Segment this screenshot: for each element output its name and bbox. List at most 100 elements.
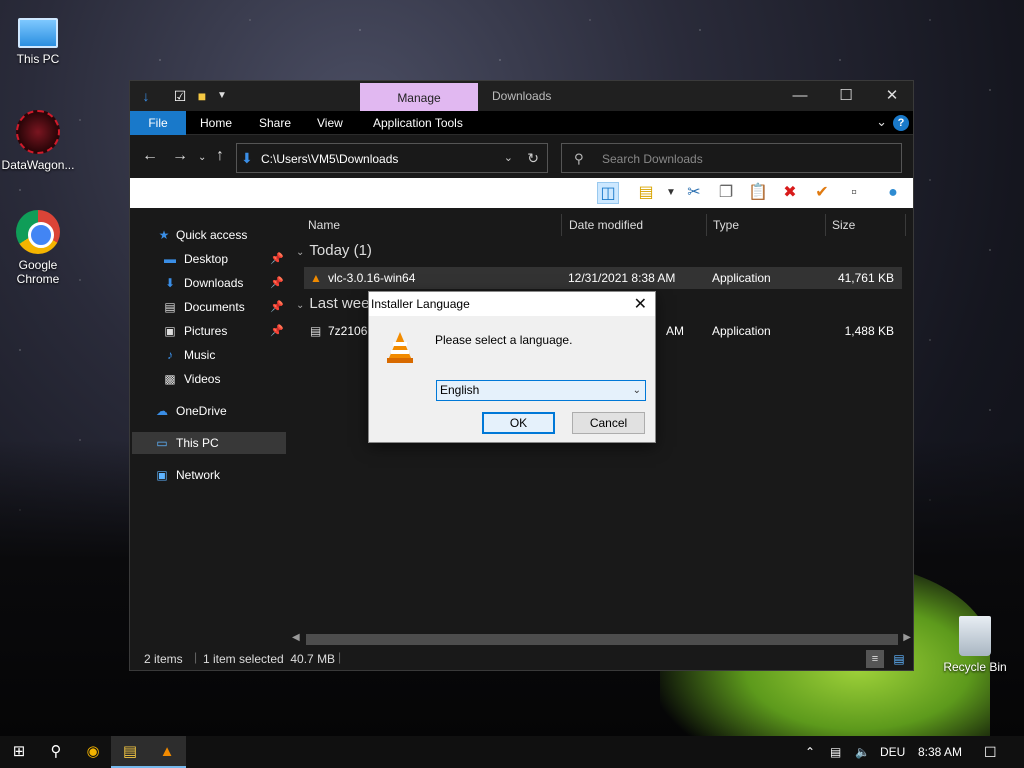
sidebar-item-label: Desktop — [184, 252, 229, 266]
computer-icon: ▭ — [156, 436, 168, 450]
chevron-down-icon: ⌄ — [296, 300, 305, 311]
scroll-right-icon[interactable]: ▶ — [903, 632, 911, 643]
close-button[interactable]: ✕ — [869, 81, 915, 111]
datawagon-app-icon — [16, 110, 60, 154]
tab-share[interactable]: Share — [247, 111, 303, 135]
address-row: ← → ⌄ ↑ ⬇ C:\Users\VM5\Downloads ⌄ ↻ ⚲ S… — [130, 135, 913, 179]
clock[interactable]: 8:38 AM — [918, 736, 962, 768]
sidebar-item-label: Videos — [184, 372, 221, 386]
sidebar-item-downloads[interactable]: ⬇ Downloads 📌 — [132, 272, 286, 294]
file-date: AM — [666, 324, 684, 338]
desktop-icon-datawagon[interactable]: DataWagon... — [0, 110, 76, 172]
tab-manage[interactable]: Manage — [360, 83, 478, 111]
scroll-left-icon[interactable]: ◀ — [292, 632, 300, 643]
tab-view[interactable]: View — [305, 111, 355, 135]
sidebar-item-network[interactable]: ▣ Network — [132, 464, 286, 486]
preview-pane-icon[interactable]: ◫ — [597, 182, 619, 204]
recycle-bin-icon — [959, 616, 991, 656]
search-input[interactable]: ⚲ Search Downloads — [561, 143, 902, 173]
customize-toolbar-icon[interactable]: ▼ — [214, 88, 230, 104]
properties-icon[interactable]: ▤ — [635, 182, 657, 204]
address-bar[interactable]: ⬇ C:\Users\VM5\Downloads ⌄ ↻ — [236, 143, 548, 173]
notifications-icon[interactable]: ☐ — [984, 736, 997, 768]
details-view-icon[interactable]: ≡ — [866, 650, 884, 668]
tab-application-tools[interactable]: Application Tools — [361, 111, 475, 135]
close-icon[interactable]: ✕ — [634, 294, 647, 314]
vlc-cone-icon[interactable]: ▲ — [148, 736, 186, 768]
desktop-icon-google-chrome[interactable]: Google Chrome — [0, 210, 76, 286]
globe-icon[interactable]: ● — [882, 182, 904, 204]
selection-info: 1 item selected 40.7 MB — [203, 652, 336, 666]
cut-icon[interactable]: ✂ — [683, 182, 705, 204]
pin-icon[interactable]: 📌 — [270, 272, 284, 294]
desktop-icon-label: DataWagon... — [1, 158, 75, 172]
help-icon[interactable]: ? — [893, 115, 909, 131]
item-count: 2 items — [144, 652, 183, 666]
sidebar-item-documents[interactable]: ▤ Documents 📌 — [132, 296, 286, 318]
downloads-icon: ⬇ — [164, 276, 176, 290]
pin-icon[interactable]: 📌 — [270, 320, 284, 342]
sidebar-item-videos[interactable]: ▩ Videos — [132, 368, 286, 390]
scrollbar-thumb[interactable] — [306, 634, 898, 645]
tab-home[interactable]: Home — [188, 111, 244, 135]
forward-arrow-icon[interactable]: → — [172, 147, 188, 165]
dialog-title-bar: Installer Language ✕ — [369, 292, 655, 316]
search-icon[interactable]: ⚲ — [37, 736, 75, 768]
chevron-down-icon: ⌄ — [632, 385, 641, 396]
recent-locations-icon[interactable]: ⌄ — [198, 149, 206, 167]
back-arrow-icon[interactable]: ← — [142, 147, 158, 165]
group-header-today[interactable]: ⌄ Today (1) — [296, 242, 372, 259]
chrome-icon[interactable]: ◉ — [74, 736, 112, 768]
pin-icon[interactable]: 📌 — [270, 248, 284, 270]
minimize-button[interactable]: — — [777, 81, 823, 111]
checkmark-icon[interactable]: ✔ — [811, 182, 833, 204]
chevron-down-icon[interactable]: ⌄ — [876, 114, 887, 130]
ok-button[interactable]: OK — [482, 412, 555, 434]
refresh-icon[interactable]: ↻ — [527, 150, 539, 167]
column-header-name[interactable]: Name — [302, 214, 562, 236]
sidebar-item-music[interactable]: ♪ Music — [132, 344, 286, 366]
dropdown-icon[interactable]: ▼ — [660, 182, 682, 204]
download-arrow-icon[interactable]: ↓ — [138, 88, 154, 104]
videos-icon: ▩ — [164, 372, 176, 386]
chevron-up-icon[interactable]: ⌃ — [805, 736, 815, 768]
tab-file[interactable]: File — [130, 111, 186, 135]
cloud-icon: ☁ — [156, 404, 168, 418]
properties-icon[interactable]: ☑ — [172, 88, 188, 104]
sidebar-item-pictures[interactable]: ▣ Pictures 📌 — [132, 320, 286, 342]
input-language[interactable]: DEU — [880, 736, 905, 768]
up-arrow-icon[interactable]: ↑ — [216, 147, 224, 165]
rename-icon[interactable]: ▫ — [843, 182, 865, 204]
paste-icon[interactable]: 📋 — [747, 182, 769, 204]
dialog-title: Installer Language — [371, 297, 470, 311]
column-header-date-modified[interactable]: Date modified — [563, 214, 707, 236]
language-select[interactable]: English ⌄ — [436, 380, 646, 401]
sidebar-item-desktop[interactable]: ▬ Desktop 📌 — [132, 248, 286, 270]
new-folder-icon[interactable]: ■ — [194, 88, 210, 104]
column-header-type[interactable]: Type — [707, 214, 826, 236]
cancel-button[interactable]: Cancel — [572, 412, 645, 434]
star-icon: ★ — [158, 228, 170, 242]
status-bar: 2 items | 1 item selected 40.7 MB | ≡ ▤ — [130, 648, 913, 670]
sidebar-item-this-pc[interactable]: ▭ This PC — [132, 432, 286, 454]
desktop-icon-this-pc[interactable]: This PC — [0, 10, 76, 66]
copy-icon[interactable]: ❐ — [715, 182, 737, 204]
desktop-icon: ▬ — [164, 252, 176, 266]
address-dropdown-icon[interactable]: ⌄ — [504, 151, 513, 164]
maximize-button[interactable]: ☐ — [823, 81, 869, 111]
column-header-size[interactable]: Size — [826, 214, 906, 236]
start-windows-icon[interactable]: ⊞ — [0, 736, 38, 768]
sidebar-item-onedrive[interactable]: ☁ OneDrive — [132, 400, 286, 422]
volume-muted-icon[interactable]: 🔈 — [855, 736, 870, 768]
delete-icon[interactable]: ✖ — [779, 182, 801, 204]
network-icon[interactable]: ▤ — [830, 736, 841, 768]
table-row[interactable]: ▲ vlc-3.0.16-win64 12/31/2021 8:38 AM Ap… — [304, 267, 902, 289]
file-explorer-icon[interactable]: ▤ — [111, 736, 149, 768]
language-select-value: English — [440, 383, 480, 397]
desktop-icon-recycle-bin[interactable]: Recycle Bin — [936, 616, 1014, 674]
large-icons-view-icon[interactable]: ▤ — [890, 650, 908, 668]
pin-icon[interactable]: 📌 — [270, 296, 284, 318]
sidebar-item-quick-access[interactable]: ★ Quick access — [132, 224, 286, 246]
downloads-icon: ⬇ — [241, 150, 253, 166]
horizontal-scrollbar[interactable]: ◀ ▶ — [290, 632, 913, 647]
